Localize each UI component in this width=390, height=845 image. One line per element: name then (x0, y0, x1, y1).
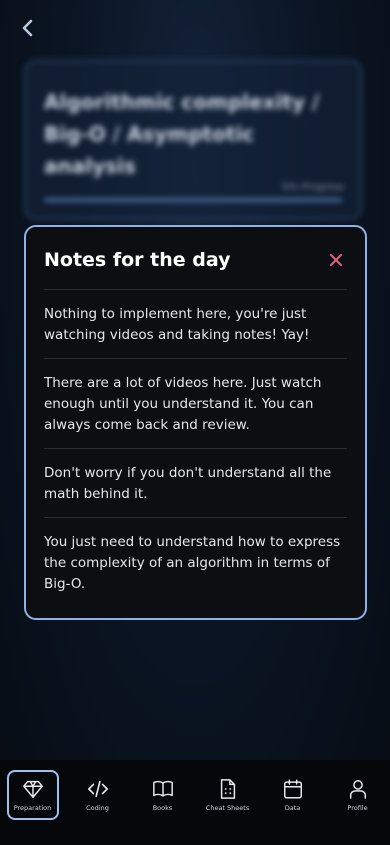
close-button[interactable] (325, 249, 347, 271)
calendar-icon (283, 779, 302, 799)
notes-list: Nothing to implement here, you're just w… (44, 289, 347, 607)
book-icon (152, 780, 173, 797)
cheat-sheet-icon (220, 779, 235, 799)
back-button[interactable] (14, 14, 42, 42)
topic-title: Algorithmic complexity / Big-O / Asympto… (44, 90, 320, 178)
profile-icon (349, 780, 366, 799)
tab-coding[interactable]: Coding (72, 770, 124, 820)
tab-label: Profile (347, 804, 368, 812)
notes-modal: Notes for the day Nothing to implement h… (24, 225, 367, 620)
tab-label: Books (152, 804, 173, 812)
progress-label: 0% Progress (282, 182, 344, 193)
note-item: There are a lot of videos here. Just wat… (44, 358, 347, 448)
code-icon (87, 780, 108, 798)
tab-data[interactable]: Data (267, 770, 319, 820)
bottom-tab-bar: Preparation Coding Books Cheat Sheets Da… (0, 760, 390, 845)
tab-books[interactable]: Books (137, 770, 189, 820)
tab-profile[interactable]: Profile (332, 770, 384, 820)
chevron-left-icon (22, 19, 33, 37)
topic-card: Algorithmic complexity / Big-O / Asympto… (24, 60, 362, 220)
note-item: Nothing to implement here, you're just w… (44, 289, 347, 358)
close-icon (330, 254, 342, 266)
tab-preparation[interactable]: Preparation (6, 770, 59, 820)
tab-label: Data (284, 804, 301, 812)
tab-label: Preparation (13, 804, 52, 812)
tab-label: Cheat Sheets (205, 804, 250, 812)
diamond-icon (22, 780, 43, 798)
note-item: Don't worry if you don't understand all … (44, 448, 347, 517)
note-item: You just need to understand how to expre… (44, 517, 347, 607)
modal-title: Notes for the day (44, 249, 231, 271)
tab-label: Coding (86, 804, 109, 812)
tab-cheat-sheets[interactable]: Cheat Sheets (202, 770, 254, 820)
progress-bar (44, 198, 342, 202)
modal-header: Notes for the day (44, 243, 347, 277)
